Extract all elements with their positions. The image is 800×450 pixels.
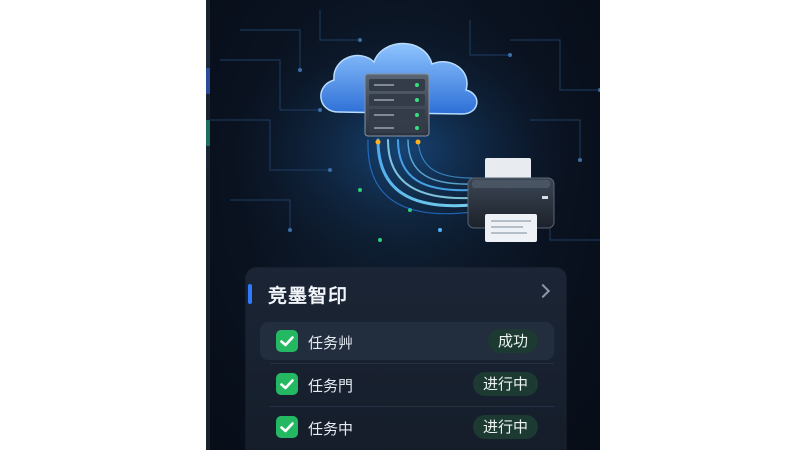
check-icon[interactable] <box>276 330 298 352</box>
server-icon <box>364 73 430 145</box>
status-badge: 进行中 <box>472 372 538 396</box>
chevron-right-icon[interactable] <box>535 283 551 299</box>
check-icon[interactable] <box>276 373 298 395</box>
hero-illustration <box>210 0 600 270</box>
row-divider <box>270 406 554 407</box>
status-badge: 进行中 <box>472 415 538 439</box>
card-title: 竞墨智印 <box>268 285 349 307</box>
check-icon[interactable] <box>276 416 298 438</box>
app-screen: 竞墨智印 任务⾋ 成功 任务⾨ 进行中 任务中 进行中 <box>210 0 600 450</box>
task-card[interactable]: 竞墨智印 任务⾋ 成功 任务⾨ 进行中 任务中 进行中 <box>246 268 566 450</box>
title-accent-bar <box>248 284 252 304</box>
status-badge: 成功 <box>487 329 538 353</box>
row-divider <box>270 363 554 364</box>
task-row[interactable]: 任务⾋ 成功 <box>260 322 554 360</box>
card-header[interactable]: 竞墨智印 <box>246 268 566 316</box>
task-label: 任务中 <box>308 420 354 438</box>
task-label: 任务⾋ <box>308 334 354 352</box>
task-row[interactable]: 任务中 进行中 <box>260 408 554 446</box>
task-row[interactable]: 任务⾨ 进行中 <box>260 365 554 403</box>
task-label: 任务⾨ <box>308 377 354 395</box>
